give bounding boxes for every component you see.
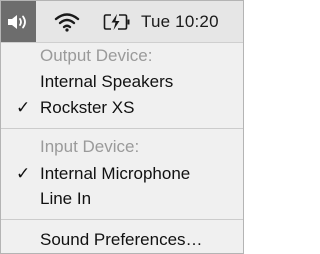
sound-menu-window: Tue 10:20 Output Device: Internal Speake… [0,0,244,254]
checkmark-icon: ✓ [16,98,31,117]
wifi-icon [54,12,80,32]
menu-item-sound-preferences[interactable]: Sound Preferences… [1,227,243,253]
volume-menu-extra[interactable] [1,1,36,42]
menu-item-rockster-xs[interactable]: ✓ Rockster XS [1,95,243,121]
menu-separator [1,128,243,129]
menu-item-internal-speakers[interactable]: Internal Speakers [1,69,243,95]
menu-item-internal-microphone[interactable]: ✓ Internal Microphone [1,161,243,187]
battery-menu-extra[interactable] [101,1,133,42]
checkmark-icon: ✓ [16,164,31,183]
menu-item-label: Internal Speakers [40,72,174,91]
menu-item-label: Sound Preferences… [40,230,203,249]
wifi-menu-extra[interactable] [53,1,81,42]
menu-item-label: Line In [40,189,92,208]
input-device-header: Input Device: [40,137,140,156]
menu-separator [1,219,243,220]
menu-item-line-in[interactable]: Line In [1,186,243,212]
battery-charging-icon [103,13,130,30]
speaker-volume-icon [7,14,26,29]
menu-bar: Tue 10:20 [1,1,243,43]
menu-item-label: Rockster XS [40,98,135,117]
menu-item-label: Internal Microphone [40,164,191,183]
output-device-header: Output Device: [40,46,153,65]
menubar-clock[interactable]: Tue 10:20 [141,1,241,42]
